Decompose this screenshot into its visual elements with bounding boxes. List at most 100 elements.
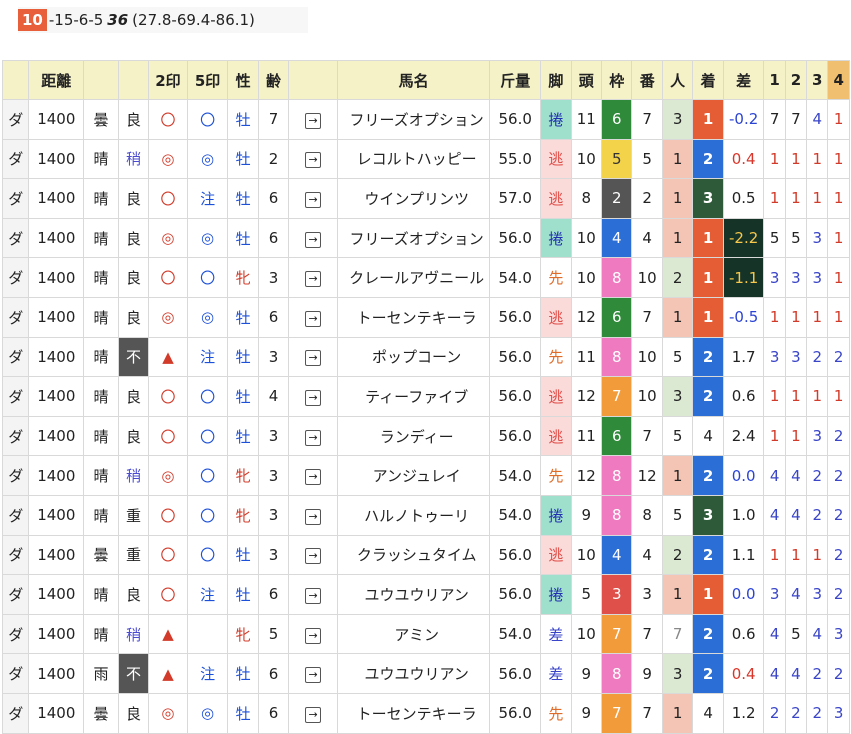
- margin-cell: 0.0: [722, 455, 765, 496]
- frame-cell: 8: [601, 455, 633, 496]
- link-arrow-cell[interactable]: →: [288, 257, 339, 298]
- horse-name-cell[interactable]: フリーズオプション: [337, 99, 491, 140]
- horse-name-cell[interactable]: クラッシュタイム: [337, 534, 491, 576]
- condition-cell: 良: [117, 178, 150, 219]
- field-size-cell: 9: [570, 653, 603, 694]
- finish-cell: 1: [692, 99, 724, 140]
- pos2-cell: 1: [784, 415, 808, 457]
- link-arrow-icon[interactable]: →: [305, 548, 322, 565]
- mark5-cell: 〇: [186, 257, 229, 298]
- link-arrow-icon[interactable]: →: [305, 271, 322, 288]
- link-arrow-icon[interactable]: →: [305, 310, 322, 327]
- legs-cell: 逃: [540, 178, 572, 219]
- number-cell: 7: [631, 296, 663, 338]
- pos4-cell: 1: [827, 257, 850, 298]
- finish-cell: 4: [692, 415, 724, 457]
- pos1-cell: 1: [763, 534, 786, 576]
- pos4-cell: 2: [827, 534, 850, 576]
- link-arrow-cell[interactable]: →: [288, 296, 339, 338]
- weather-cell: 晴: [83, 494, 119, 536]
- horse-name-cell[interactable]: ランディー: [337, 415, 491, 457]
- link-arrow-icon[interactable]: →: [305, 231, 322, 248]
- link-arrow-icon[interactable]: →: [305, 152, 322, 169]
- pos3-cell: 3: [806, 257, 829, 298]
- age-cell: 2: [257, 138, 290, 180]
- age-cell: 3: [257, 534, 290, 576]
- pos4-cell: 2: [827, 415, 850, 457]
- pos2-cell: 1: [784, 376, 808, 417]
- link-arrow-icon[interactable]: →: [305, 587, 322, 604]
- horse-name-cell[interactable]: ユウユウリアン: [337, 653, 491, 694]
- surface-cell: ダ: [1, 534, 30, 576]
- link-arrow-cell[interactable]: →: [288, 455, 339, 496]
- link-arrow-icon[interactable]: →: [305, 667, 322, 684]
- horse-name-cell[interactable]: ハルノトゥーリ: [337, 494, 491, 536]
- condition-cell: 良: [117, 257, 150, 298]
- horse-name-cell[interactable]: ティーファイブ: [337, 376, 491, 417]
- link-arrow-cell[interactable]: →: [288, 138, 339, 180]
- link-arrow-cell[interactable]: →: [288, 692, 339, 734]
- link-arrow-icon[interactable]: →: [305, 112, 322, 129]
- header-mark2: 2印: [148, 60, 188, 100]
- link-arrow-cell[interactable]: →: [288, 613, 339, 655]
- number-cell: 4: [631, 217, 663, 259]
- number-cell: 8: [631, 494, 663, 536]
- header-pos2: 2: [784, 60, 808, 100]
- frame-cell: 6: [601, 296, 633, 338]
- horse-name-cell[interactable]: ユウユウリアン: [337, 574, 491, 615]
- horse-name-cell[interactable]: レコルトハッピー: [337, 138, 491, 180]
- weight-cell: 56.0: [489, 653, 542, 694]
- link-arrow-icon[interactable]: →: [305, 429, 322, 446]
- link-arrow-icon[interactable]: →: [305, 469, 322, 486]
- horse-name-cell[interactable]: クレールアヴニール: [337, 257, 491, 298]
- margin-cell: -1.1: [722, 257, 765, 298]
- weather-cell: 晴: [83, 455, 119, 496]
- pos4-cell: 2: [827, 574, 850, 615]
- field-size-cell: 10: [570, 217, 603, 259]
- number-cell: 2: [631, 178, 663, 219]
- number-cell: 12: [631, 455, 663, 496]
- pos3-cell: 4: [806, 99, 829, 140]
- mark5-cell: 〇: [186, 99, 229, 140]
- surface-cell: ダ: [1, 99, 30, 140]
- horse-name-cell[interactable]: アミン: [337, 613, 491, 655]
- horse-name-cell[interactable]: フリーズオプション: [337, 217, 491, 259]
- pos2-cell: 2: [784, 692, 808, 734]
- pos1-cell: 1: [763, 178, 786, 219]
- condition-cell: 良: [117, 574, 150, 615]
- popularity-cell: 1: [661, 217, 694, 259]
- horse-name-cell[interactable]: ポップコーン: [337, 336, 491, 378]
- horse-name-cell[interactable]: トーセンテキーラ: [337, 296, 491, 338]
- condition-cell: 稍: [117, 613, 150, 655]
- link-arrow-cell[interactable]: →: [288, 336, 339, 378]
- field-size-cell: 11: [570, 415, 603, 457]
- margin-cell: 1.0: [722, 494, 765, 536]
- mark2-cell: 〇: [148, 534, 188, 576]
- link-arrow-cell[interactable]: →: [288, 653, 339, 694]
- pos2-cell: 1: [784, 534, 808, 576]
- frame-cell: 8: [601, 336, 633, 378]
- link-arrow-icon[interactable]: →: [305, 627, 322, 644]
- distance-cell: 1400: [28, 692, 85, 734]
- link-arrow-icon[interactable]: →: [305, 350, 322, 367]
- link-arrow-cell[interactable]: →: [288, 178, 339, 219]
- link-arrow-icon[interactable]: →: [305, 389, 322, 406]
- horse-name-cell[interactable]: アンジュレイ: [337, 455, 491, 496]
- link-arrow-cell[interactable]: →: [288, 99, 339, 140]
- pos2-cell: 7: [784, 99, 808, 140]
- link-arrow-cell[interactable]: →: [288, 574, 339, 615]
- link-arrow-cell[interactable]: →: [288, 534, 339, 576]
- horse-name-cell[interactable]: ウインプリンツ: [337, 178, 491, 219]
- horse-name-cell[interactable]: トーセンテキーラ: [337, 692, 491, 734]
- link-arrow-icon[interactable]: →: [305, 508, 322, 525]
- link-arrow-cell[interactable]: →: [288, 415, 339, 457]
- link-arrow-cell[interactable]: →: [288, 217, 339, 259]
- sex-cell: 牡: [227, 415, 259, 457]
- condition-cell: 不: [117, 336, 150, 378]
- link-arrow-icon[interactable]: →: [305, 706, 322, 723]
- mark2-cell: 〇: [148, 494, 188, 536]
- link-arrow-cell[interactable]: →: [288, 376, 339, 417]
- pos3-cell: 1: [806, 296, 829, 338]
- link-arrow-icon[interactable]: →: [305, 191, 322, 208]
- link-arrow-cell[interactable]: →: [288, 494, 339, 536]
